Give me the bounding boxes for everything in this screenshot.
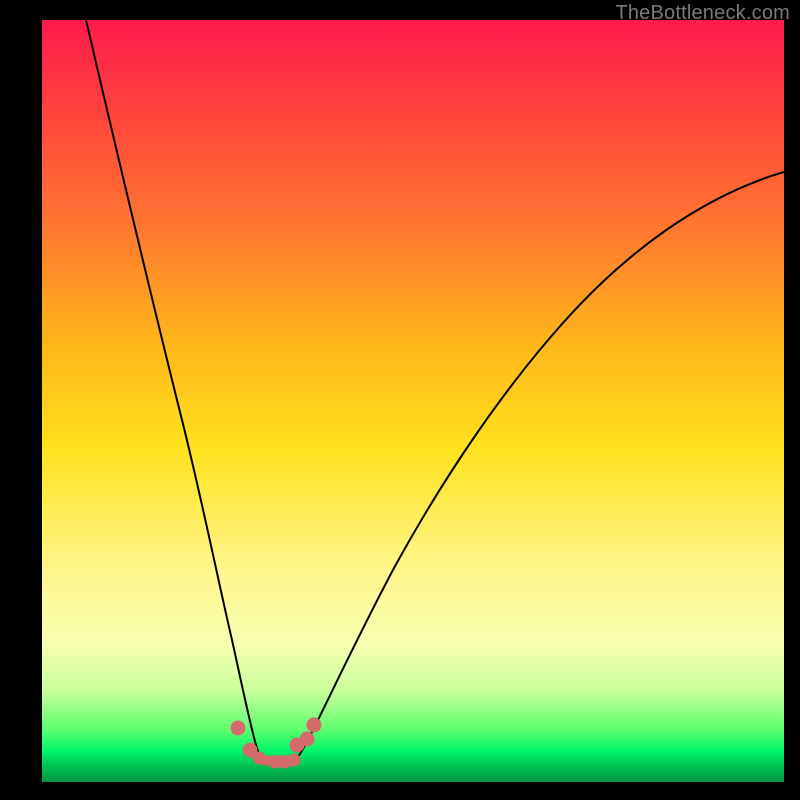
chart-svg — [42, 20, 784, 782]
plot-area — [42, 20, 784, 782]
chart-frame: TheBottleneck.com — [0, 0, 800, 800]
watermark-text: TheBottleneck.com — [615, 2, 790, 25]
curve-left-branch — [86, 20, 264, 762]
marker-cluster — [231, 718, 321, 768]
curve-right-branch — [294, 172, 784, 762]
